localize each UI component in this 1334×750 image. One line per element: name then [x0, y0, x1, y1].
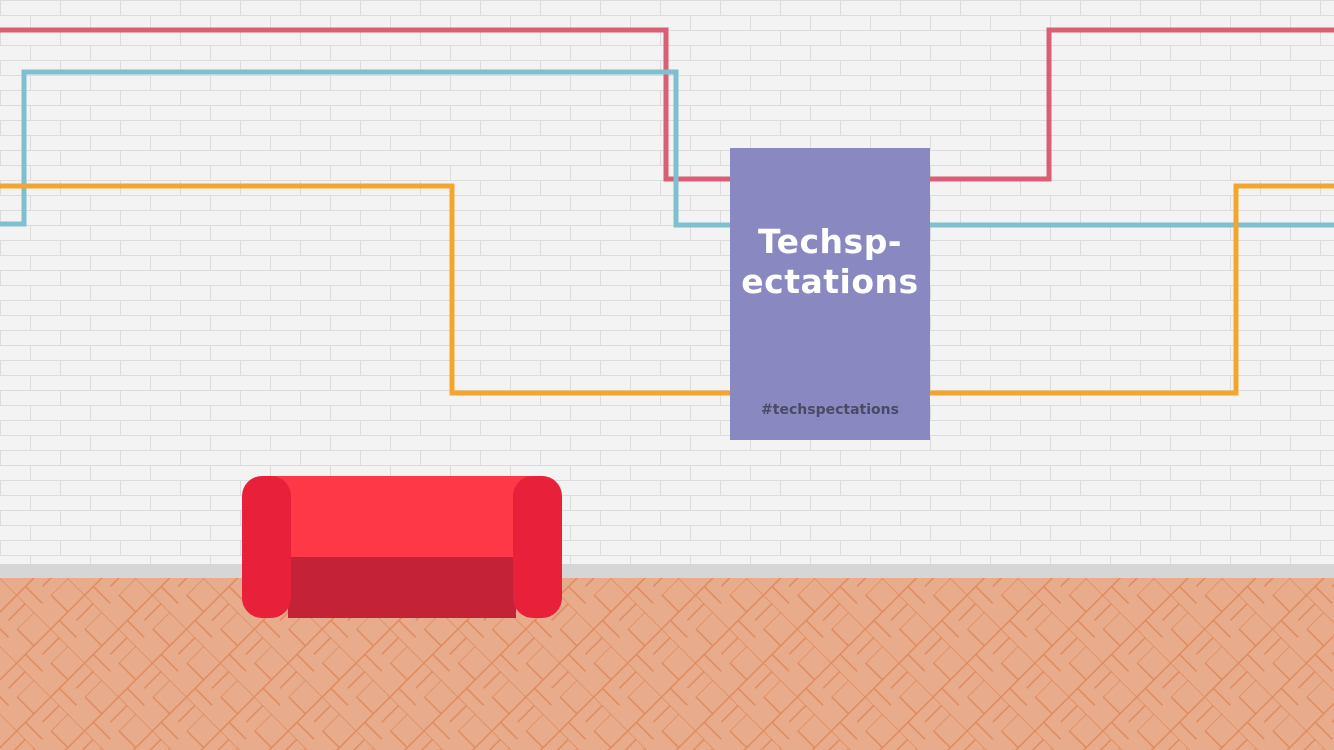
poster-hashtag: #techspectations [761, 402, 899, 418]
baseboard [0, 564, 1334, 578]
couch-backrest [266, 476, 538, 566]
poster-title-line-2: ectations [741, 262, 919, 301]
couch-seat [288, 557, 516, 618]
couch-left-arm [242, 476, 291, 618]
red-couch [242, 476, 562, 618]
poster-title: Techsp- ectations [730, 222, 930, 302]
couch-right-arm [513, 476, 562, 618]
scene-illustration [0, 0, 1334, 750]
parquet-floor [0, 578, 1334, 750]
scene: Techsp- ectations #techspectations [0, 0, 1334, 750]
poster-title-line-1: Techsp- [757, 222, 903, 261]
